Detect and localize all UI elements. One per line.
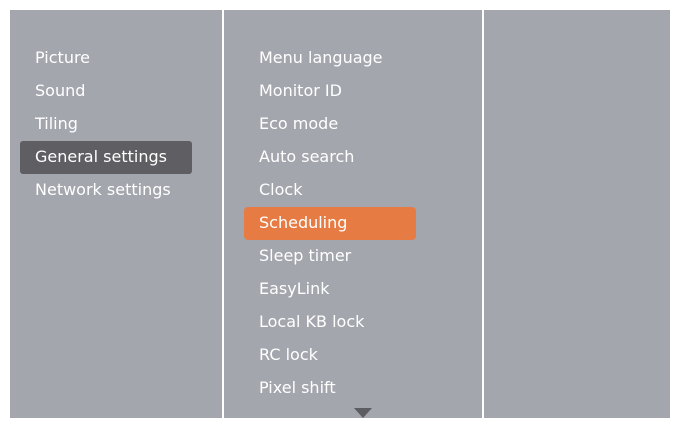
main-menu-item-tiling[interactable]: Tiling	[20, 108, 192, 141]
sub-menu-item-easylink[interactable]: EasyLink	[244, 273, 416, 306]
sub-menu-item-rc-lock[interactable]: RC lock	[244, 339, 416, 372]
sub-menu-item-auto-search[interactable]: Auto search	[244, 141, 416, 174]
main-menu-item-network-settings[interactable]: Network settings	[20, 174, 192, 207]
osd-settings-menu: Picture Sound Tiling General settings Ne…	[10, 10, 670, 418]
detail-column	[484, 10, 670, 418]
sub-menu-item-sleep-timer[interactable]: Sleep timer	[244, 240, 416, 273]
sub-menu-item-local-kb-lock[interactable]: Local KB lock	[244, 306, 416, 339]
triangle-down-icon[interactable]	[354, 408, 372, 418]
sub-menu-item-pixel-shift[interactable]: Pixel shift	[244, 372, 416, 405]
sub-menu-list: Menu language Monitor ID Eco mode Auto s…	[244, 42, 416, 405]
main-menu-item-sound[interactable]: Sound	[20, 75, 192, 108]
sub-menu-item-eco-mode[interactable]: Eco mode	[244, 108, 416, 141]
sub-menu-item-menu-language[interactable]: Menu language	[244, 42, 416, 75]
main-menu-column: Picture Sound Tiling General settings Ne…	[10, 10, 222, 418]
sub-menu-column: Menu language Monitor ID Eco mode Auto s…	[224, 10, 482, 418]
main-menu-item-picture[interactable]: Picture	[20, 42, 192, 75]
sub-menu-item-scheduling[interactable]: Scheduling	[244, 207, 416, 240]
main-menu-list: Picture Sound Tiling General settings Ne…	[20, 42, 192, 207]
main-menu-item-general-settings[interactable]: General settings	[20, 141, 192, 174]
sub-menu-item-clock[interactable]: Clock	[244, 174, 416, 207]
sub-menu-item-monitor-id[interactable]: Monitor ID	[244, 75, 416, 108]
